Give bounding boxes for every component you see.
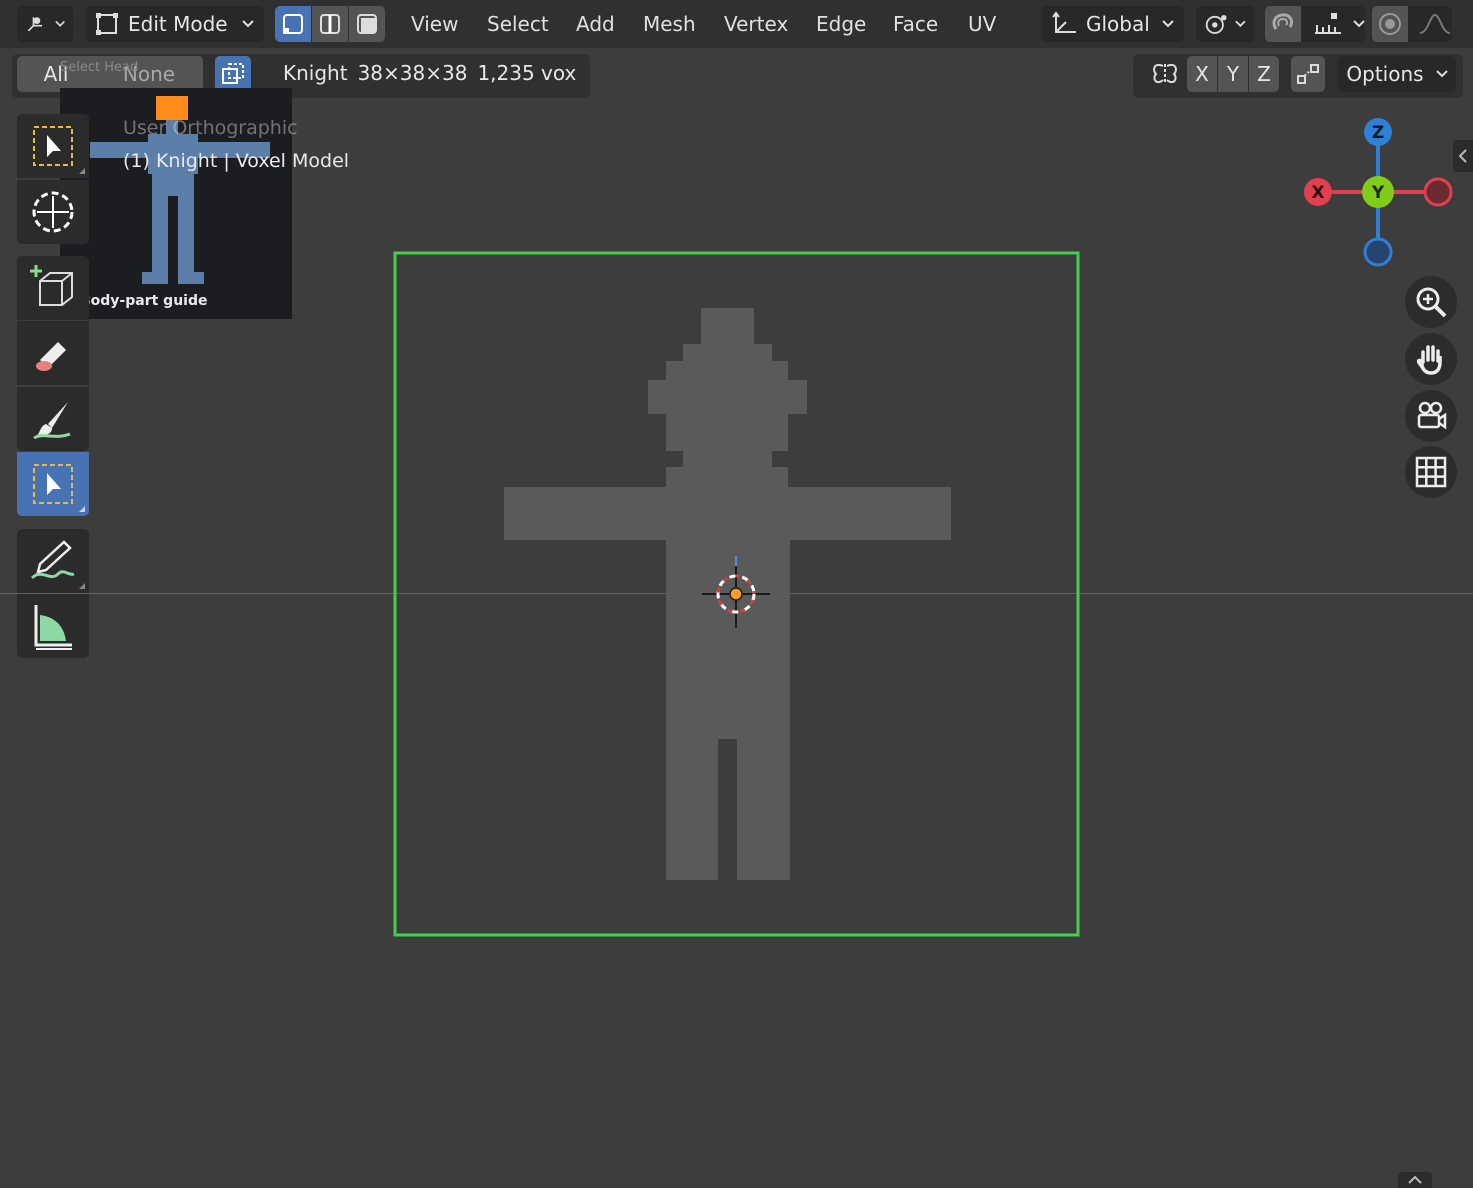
- gizmo-neg-x-axis[interactable]: [1423, 177, 1453, 207]
- sidebar-toggle[interactable]: [1453, 140, 1473, 172]
- chevron-up-icon: [1408, 1176, 1422, 1184]
- zoom-button[interactable]: [1405, 276, 1457, 328]
- camera-view-button[interactable]: [1405, 390, 1457, 442]
- gizmo-y-label: Y: [1371, 183, 1385, 203]
- voxel-helm-brim: [683, 344, 772, 362]
- gizmo-x-label: X: [1311, 183, 1324, 203]
- voxel-left-leg: [666, 737, 718, 880]
- grid-icon: [1415, 456, 1447, 488]
- zoom-icon: [1416, 287, 1447, 318]
- gizmo-neg-z-axis[interactable]: [1363, 237, 1393, 267]
- voxel-right-leg: [737, 737, 790, 880]
- voxel-model[interactable]: [0, 0, 1473, 1188]
- chevron-left-icon: [1458, 149, 1467, 163]
- pan-button[interactable]: [1405, 333, 1457, 385]
- voxel-body: [666, 487, 790, 739]
- bottom-panel-toggle[interactable]: [1398, 1172, 1432, 1188]
- navigation-gizmo[interactable]: Z X Y: [1296, 112, 1456, 272]
- camera-icon: [1417, 401, 1447, 430]
- hand-icon: [1416, 345, 1442, 375]
- voxel-neck: [683, 449, 772, 469]
- gizmo-z-label: Z: [1372, 123, 1384, 143]
- voxel-torso-top: [666, 467, 788, 489]
- voxel-head-cheeks: [648, 380, 807, 414]
- voxel-helm-top: [701, 308, 754, 346]
- toggle-grid-button[interactable]: [1405, 446, 1457, 498]
